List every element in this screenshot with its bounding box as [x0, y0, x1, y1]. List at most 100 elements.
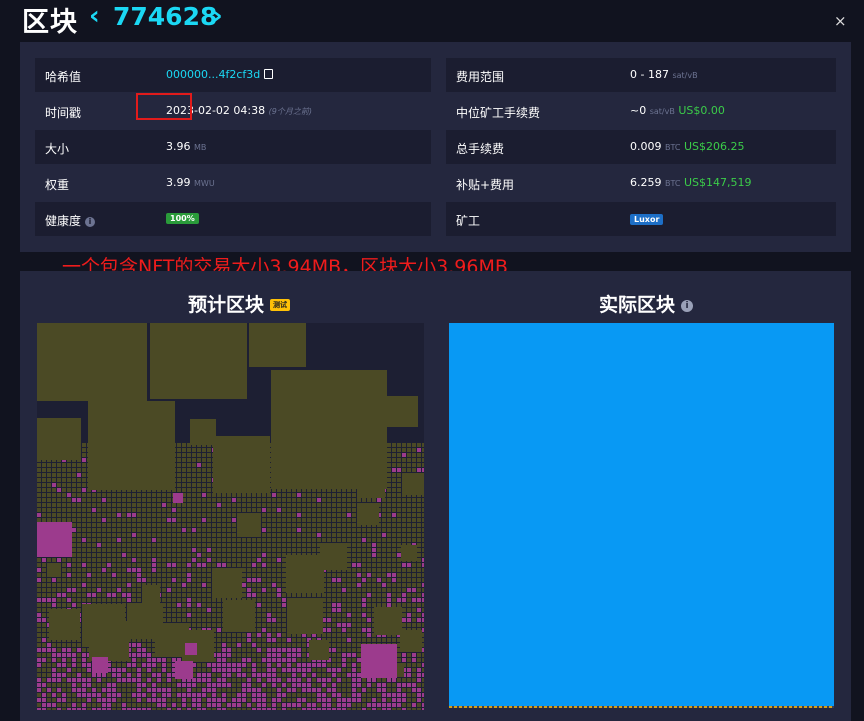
small-transaction[interactable] [222, 563, 226, 567]
small-transaction[interactable] [337, 693, 341, 697]
small-transaction[interactable] [122, 598, 126, 602]
small-transaction[interactable] [172, 528, 176, 532]
small-transaction[interactable] [272, 613, 276, 617]
small-transaction[interactable] [357, 593, 361, 597]
small-transaction[interactable] [112, 543, 116, 547]
small-transaction[interactable] [57, 513, 61, 517]
small-transaction[interactable] [332, 628, 336, 632]
small-transaction[interactable] [267, 658, 271, 662]
small-transaction[interactable] [317, 513, 321, 517]
small-transaction[interactable] [72, 688, 76, 692]
small-transaction[interactable] [72, 523, 76, 527]
small-transaction[interactable] [172, 708, 176, 710]
small-transaction[interactable] [402, 463, 406, 467]
small-transaction[interactable] [242, 653, 246, 657]
small-transaction[interactable] [162, 698, 166, 702]
small-transaction[interactable] [362, 633, 366, 637]
small-transaction[interactable] [207, 528, 211, 532]
small-transaction[interactable] [107, 523, 111, 527]
small-transaction[interactable] [302, 533, 306, 537]
small-transaction[interactable] [42, 508, 46, 512]
small-transaction[interactable] [352, 503, 356, 507]
small-transaction[interactable] [177, 553, 181, 557]
small-transaction[interactable] [57, 483, 61, 487]
small-transaction[interactable] [277, 558, 281, 562]
small-transaction[interactable] [337, 688, 341, 692]
small-transaction[interactable] [37, 513, 41, 517]
small-transaction[interactable] [132, 593, 136, 597]
small-transaction[interactable] [262, 598, 266, 602]
small-transaction[interactable] [407, 623, 411, 627]
small-transaction[interactable] [197, 623, 201, 627]
small-transaction[interactable] [412, 523, 416, 527]
small-transaction[interactable] [182, 473, 186, 477]
small-transaction[interactable] [357, 538, 361, 542]
small-transaction[interactable] [422, 583, 424, 587]
small-transaction[interactable] [37, 558, 41, 562]
small-transaction[interactable] [192, 708, 196, 710]
small-transaction[interactable] [392, 563, 396, 567]
small-transaction[interactable] [342, 688, 346, 692]
small-transaction[interactable] [362, 588, 366, 592]
small-transaction[interactable] [267, 638, 271, 642]
small-transaction[interactable] [122, 683, 126, 687]
small-transaction[interactable] [122, 578, 126, 582]
small-transaction[interactable] [52, 648, 56, 652]
small-transaction[interactable] [192, 568, 196, 572]
small-transaction[interactable] [347, 518, 351, 522]
small-transaction[interactable] [392, 533, 396, 537]
small-transaction[interactable] [52, 488, 56, 492]
small-transaction[interactable] [217, 543, 221, 547]
small-transaction[interactable] [297, 593, 301, 597]
small-transaction[interactable] [202, 483, 206, 487]
small-transaction[interactable] [397, 513, 401, 517]
small-transaction[interactable] [232, 638, 236, 642]
small-transaction[interactable] [127, 578, 131, 582]
small-transaction[interactable] [277, 523, 281, 527]
small-transaction[interactable] [157, 518, 161, 522]
small-transaction[interactable] [392, 698, 396, 702]
small-transaction[interactable] [162, 663, 166, 667]
small-transaction[interactable] [272, 673, 276, 677]
small-transaction[interactable] [132, 558, 136, 562]
small-transaction[interactable] [62, 653, 66, 657]
small-transaction[interactable] [57, 693, 61, 697]
small-transaction[interactable] [362, 618, 366, 622]
small-transaction[interactable] [182, 693, 186, 697]
small-transaction[interactable] [392, 578, 396, 582]
small-transaction[interactable] [82, 493, 86, 497]
small-transaction[interactable] [247, 683, 251, 687]
small-transaction[interactable] [402, 443, 406, 447]
small-transaction[interactable] [42, 608, 46, 612]
small-transaction[interactable] [57, 668, 61, 672]
small-transaction[interactable] [77, 673, 81, 677]
small-transaction[interactable] [197, 698, 201, 702]
small-transaction[interactable] [97, 508, 101, 512]
small-transaction[interactable] [127, 593, 131, 597]
small-transaction[interactable] [102, 498, 106, 502]
small-transaction[interactable] [62, 518, 66, 522]
small-transaction[interactable] [47, 483, 51, 487]
small-transaction[interactable] [207, 548, 211, 552]
small-transaction[interactable] [197, 483, 201, 487]
small-transaction[interactable] [347, 553, 351, 557]
small-transaction[interactable] [177, 503, 181, 507]
small-transaction[interactable] [202, 548, 206, 552]
small-transaction[interactable] [107, 503, 111, 507]
small-transaction[interactable] [167, 658, 171, 662]
small-transaction[interactable] [307, 543, 311, 547]
small-transaction[interactable] [252, 573, 256, 577]
small-transaction[interactable] [37, 598, 41, 602]
small-transaction[interactable] [277, 588, 281, 592]
small-transaction[interactable] [302, 698, 306, 702]
small-transaction[interactable] [317, 668, 321, 672]
small-transaction[interactable] [152, 658, 156, 662]
small-transaction[interactable] [67, 663, 71, 667]
small-transaction[interactable] [212, 708, 216, 710]
small-transaction[interactable] [157, 668, 161, 672]
small-transaction[interactable] [92, 553, 96, 557]
small-transaction[interactable] [122, 543, 126, 547]
small-transaction[interactable] [217, 703, 221, 707]
small-transaction[interactable] [122, 693, 126, 697]
small-transaction[interactable] [52, 653, 56, 657]
